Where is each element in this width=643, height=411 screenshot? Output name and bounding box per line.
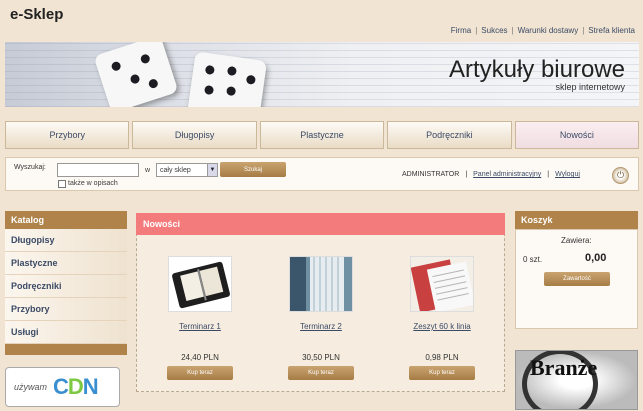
search-scope-value: cały sklep <box>160 166 191 174</box>
product-image[interactable] <box>168 256 232 312</box>
buy-now-button[interactable]: Kup teraz <box>409 366 475 380</box>
nav-dlugopisy[interactable]: Długopisy <box>132 121 257 149</box>
industries-text: Branże <box>530 355 598 380</box>
cart-quantity: 0 szt. <box>523 255 543 264</box>
planner-image <box>290 257 352 311</box>
shop-logo[interactable]: e-Sklep <box>10 6 63 23</box>
product-price: 30,50 PLN <box>302 353 340 362</box>
catalog-item-przybory[interactable]: Przybory <box>5 298 127 321</box>
cart-title: Koszyk <box>515 211 638 229</box>
link-warunki-dostawy[interactable]: Warunki dostawy <box>518 26 579 35</box>
die-pip <box>139 53 151 65</box>
die-image <box>186 51 268 107</box>
cart-total: 0,00 <box>585 252 607 264</box>
search-input[interactable] <box>57 163 139 177</box>
partner-banner[interactable]: używam CDN <box>5 367 120 407</box>
die-pip <box>203 84 215 96</box>
admin-bar: ADMINISTRATOR | Panel administracyjny | … <box>402 171 580 178</box>
top-links: Firma | Sukces | Warunki dostawy | Strefa k… <box>451 26 635 35</box>
die-pip <box>129 73 141 85</box>
search-scope-select[interactable]: cały sklep ▼ <box>156 163 218 177</box>
admin-panel-link[interactable]: Panel administracyjny <box>473 171 541 178</box>
product-image[interactable] <box>410 256 474 312</box>
product-price: 0,98 PLN <box>425 353 459 362</box>
product-name[interactable]: Terminarz 2 <box>271 322 371 331</box>
separator: | <box>547 171 550 178</box>
separator: | <box>511 26 514 35</box>
banner: Artykuły biurowe sklep internetowy <box>5 42 639 107</box>
admin-user: ADMINISTRATOR <box>402 171 460 178</box>
die-pip <box>110 60 122 72</box>
catalog-item-plastyczne[interactable]: Plastyczne <box>5 252 127 275</box>
catalog-item-uslugi[interactable]: Usługi <box>5 321 127 344</box>
die-pip <box>226 86 237 97</box>
cdn-logo: CDN <box>53 374 99 399</box>
banner-subtitle: sklep internetowy <box>555 82 625 92</box>
die-pip <box>147 77 159 90</box>
product-name[interactable]: Zeszyt 60 k linia <box>392 322 492 331</box>
cart-contents-button[interactable]: Zawartość <box>544 272 610 286</box>
product-price: 24,40 PLN <box>181 353 219 362</box>
catalog-footer <box>5 344 127 355</box>
nav-przybory[interactable]: Przybory <box>5 121 130 149</box>
chevron-down-icon[interactable]: ▼ <box>207 164 217 176</box>
cart-contains-label: Zawiera: <box>561 236 592 245</box>
banner-title: Artykuły biurowe <box>448 56 625 83</box>
search-bar: Wyszukaj: w cały sklep ▼ Szukaj także w … <box>5 157 639 191</box>
die-pip <box>226 65 237 77</box>
product-card: Zeszyt 60 k linia 0,98 PLN Kup teraz <box>392 256 492 380</box>
nav-podreczniki[interactable]: Podręczniki <box>387 121 512 149</box>
separator: | <box>465 171 468 178</box>
search-label: Wyszukaj: <box>14 164 46 171</box>
search-scope-label: w <box>145 167 151 174</box>
power-icon[interactable]: ⏻ <box>612 167 629 184</box>
buy-now-button[interactable]: Kup teraz <box>167 366 233 380</box>
link-strefa-klienta[interactable]: Strefa klienta <box>588 26 635 35</box>
notebook-image <box>411 257 473 311</box>
news-title: Nowości <box>136 213 505 235</box>
logout-link[interactable]: Wyloguj <box>555 171 580 178</box>
link-firma[interactable]: Firma <box>451 26 471 35</box>
separator: | <box>475 26 478 35</box>
nav-nowosci[interactable]: Nowości <box>514 121 640 149</box>
search-button[interactable]: Szukaj <box>220 162 286 177</box>
die-pip <box>245 74 256 85</box>
product-name[interactable]: Terminarz 1 <box>150 322 250 331</box>
link-sukces[interactable]: Sukces <box>481 26 507 35</box>
separator: | <box>582 26 585 35</box>
planner-image <box>172 261 230 309</box>
industries-banner[interactable]: Branże <box>515 350 638 410</box>
catalog-item-dlugopisy[interactable]: Długopisy <box>5 229 127 252</box>
catalog-item-podreczniki[interactable]: Podręczniki <box>5 275 127 298</box>
buy-now-button[interactable]: Kup teraz <box>288 366 354 380</box>
main-nav: Przybory Długopisy Plastyczne Podręcznik… <box>5 121 640 149</box>
nav-plastyczne[interactable]: Plastyczne <box>259 121 385 149</box>
product-card: Terminarz 2 30,50 PLN Kup teraz <box>271 256 371 380</box>
catalog-list: Długopisy Plastyczne Podręczniki Przybor… <box>5 229 127 344</box>
catalog-title: Katalog <box>5 211 127 229</box>
die-pip <box>204 64 215 76</box>
partner-text: używam <box>14 382 48 392</box>
search-descriptions-checkbox[interactable] <box>58 180 66 188</box>
product-image[interactable] <box>289 256 353 312</box>
search-descriptions-label: także w opisach <box>68 180 118 187</box>
product-card: Terminarz 1 24,40 PLN Kup teraz <box>150 256 250 380</box>
